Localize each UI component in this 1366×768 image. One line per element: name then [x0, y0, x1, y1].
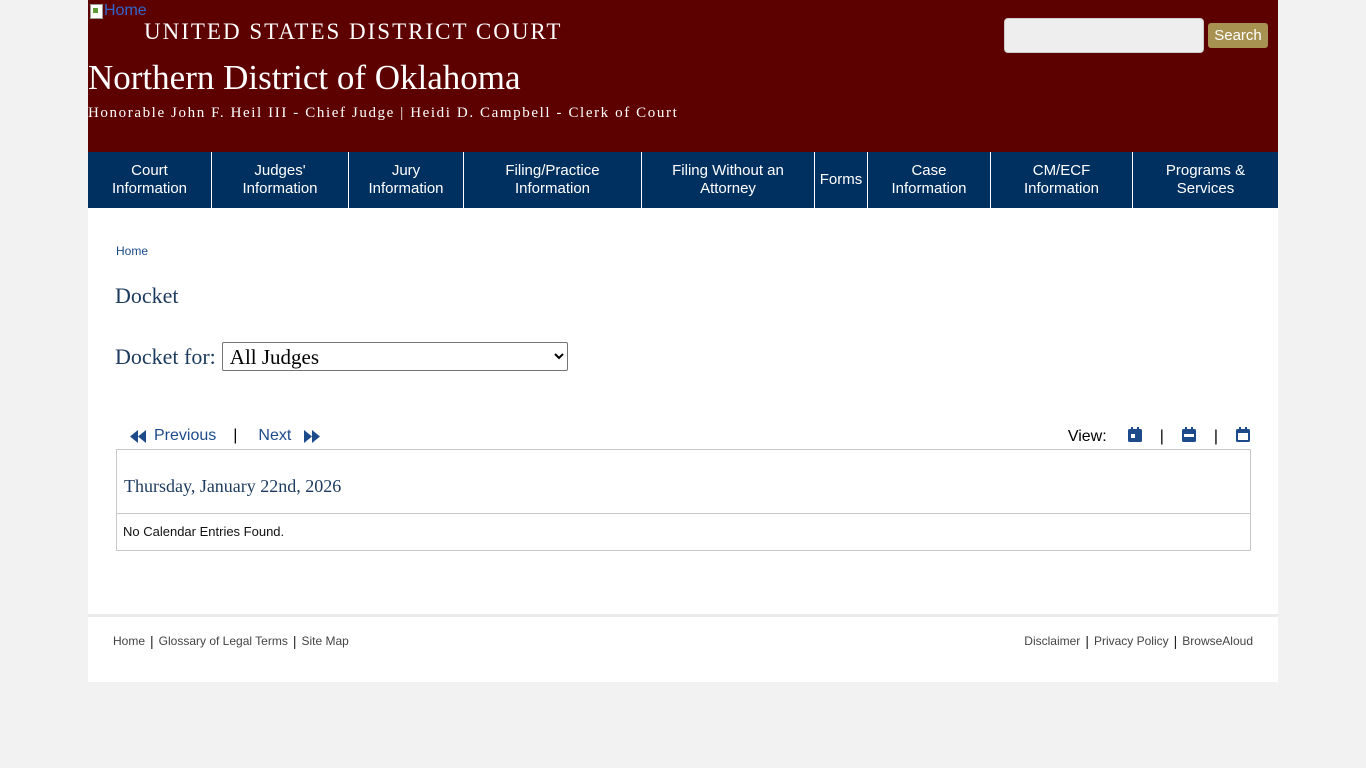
- home-image-alt-text: Home: [104, 2, 147, 19]
- court-name: UNITED STATES DISTRICT COURT: [144, 19, 563, 44]
- calendar-month-icon: [1236, 427, 1250, 442]
- rewind-icon: [130, 429, 146, 443]
- calendar-day-panel: Thursday, January 22nd, 2026 No Calendar…: [116, 449, 1251, 551]
- footer-separator: |: [292, 633, 297, 649]
- footer-link-disclaimer[interactable]: Disclaimer: [1024, 634, 1080, 648]
- nav-item-forms[interactable]: Forms: [815, 152, 868, 208]
- no-entries-message: No Calendar Entries Found.: [123, 524, 285, 539]
- previous-link[interactable]: Previous: [130, 427, 216, 445]
- footer-link-privacy-policy[interactable]: Privacy Policy: [1094, 634, 1169, 648]
- view-switcher: View: | |: [1068, 427, 1250, 447]
- footer-link-browsealoud[interactable]: BrowseAloud: [1182, 634, 1253, 648]
- view-separator: |: [1159, 428, 1164, 445]
- search-button[interactable]: Search: [1208, 23, 1268, 48]
- footer-separator: |: [1173, 633, 1178, 649]
- next-label: Next: [258, 427, 292, 444]
- nav-item-filing-without-attorney[interactable]: Filing Without an Attorney: [642, 152, 815, 208]
- docket-filter: Docket for: All Judges: [115, 342, 568, 371]
- fast-forward-icon: [304, 429, 321, 443]
- page-title: Docket: [115, 283, 179, 308]
- nav-item-programs-services[interactable]: Programs & Services: [1133, 152, 1278, 208]
- day-view-button[interactable]: [1127, 427, 1142, 447]
- footer-link-home[interactable]: Home: [113, 634, 145, 648]
- search-input[interactable]: [1004, 18, 1204, 53]
- judge-select[interactable]: All Judges: [221, 342, 568, 371]
- week-view-button[interactable]: [1181, 427, 1196, 447]
- month-view-button[interactable]: [1236, 427, 1250, 447]
- main-nav: Court Information Judges' Information Ju…: [88, 152, 1278, 208]
- docket-for-label: Docket for:: [115, 343, 216, 369]
- nav-item-cmecf-information[interactable]: CM/ECF Information: [991, 152, 1133, 208]
- calendar-day-icon: [1127, 427, 1142, 442]
- footer-separator: |: [1085, 633, 1089, 649]
- divider: [117, 513, 1250, 514]
- site-header: Home UNITED STATES DISTRICT COURT Northe…: [88, 0, 1278, 152]
- view-label: View:: [1067, 428, 1107, 445]
- main-content: Home Docket Docket for: All Judges Previ…: [88, 208, 1278, 614]
- page-wrapper: Home UNITED STATES DISTRICT COURT Northe…: [88, 0, 1278, 682]
- nav-item-court-information[interactable]: Court Information: [88, 152, 212, 208]
- footer-right-links: Disclaimer | Privacy Policy | BrowseAlou…: [1024, 633, 1253, 649]
- next-link[interactable]: Next: [258, 427, 321, 445]
- view-separator: |: [1213, 428, 1218, 445]
- court-officials: Honorable John F. Heil III - Chief Judge…: [88, 105, 679, 121]
- day-pager: Previous | Next: [130, 427, 321, 445]
- nav-item-jury-information[interactable]: Jury Information: [349, 152, 464, 208]
- nav-item-judges-information[interactable]: Judges' Information: [212, 152, 349, 208]
- footer-link-site-map[interactable]: Site Map: [301, 634, 348, 648]
- calendar-date-heading: Thursday, January 22nd, 2026: [124, 476, 342, 496]
- previous-label: Previous: [154, 427, 217, 444]
- breadcrumb-home[interactable]: Home: [116, 244, 148, 258]
- nav-item-case-information[interactable]: Case Information: [868, 152, 991, 208]
- site-footer: Home | Glossary of Legal Terms | Site Ma…: [88, 614, 1278, 682]
- footer-left-links: Home | Glossary of Legal Terms | Site Ma…: [113, 633, 349, 649]
- calendar-week-icon: [1181, 427, 1196, 442]
- home-logo-link[interactable]: Home: [88, 2, 147, 20]
- footer-link-glossary[interactable]: Glossary of Legal Terms: [159, 634, 288, 648]
- district-name: Northern District of Oklahoma: [88, 58, 521, 97]
- footer-separator: |: [150, 633, 154, 649]
- pager-separator: |: [233, 427, 238, 444]
- nav-item-filing-practice-information[interactable]: Filing/Practice Information: [464, 152, 642, 208]
- broken-image-icon: [88, 3, 104, 19]
